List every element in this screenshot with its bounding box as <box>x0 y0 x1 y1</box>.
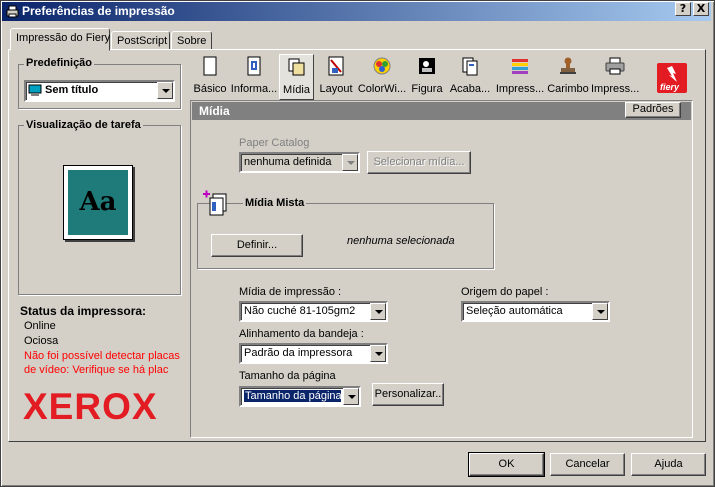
printer-status-heading: Status da impressora: <box>20 304 147 318</box>
toolbar-label: Acaba... <box>449 83 491 95</box>
media-icon <box>288 58 305 76</box>
title-bar: Preferências de impressão <box>2 2 711 21</box>
help-title-button[interactable]: ? <box>675 2 691 16</box>
job-preview-group-label: Visualização de tarefa <box>24 119 143 131</box>
print-media-label: Mídia de impressão : <box>239 286 342 298</box>
preview-page: Aa <box>63 165 133 240</box>
printer-status-idle: Ociosa <box>24 335 59 347</box>
toolbar-label: Mídia <box>283 84 310 96</box>
toolbar-label: Básico <box>193 83 227 95</box>
toolbar-image[interactable]: Figura <box>409 54 445 100</box>
paper-catalog-value: nenhuma definida <box>244 156 332 168</box>
printer-status-warning-2: de vídeo: Verifique se há plac <box>24 364 169 376</box>
toolbar-info[interactable]: Informa... <box>230 54 278 100</box>
preset-group-label: Predefinição <box>24 57 95 69</box>
paper-source-select[interactable]: Seleção automática <box>461 301 610 322</box>
chevron-down-icon[interactable] <box>592 303 608 320</box>
fiery-logo-text: fiery <box>660 82 680 92</box>
layout-icon <box>328 56 344 76</box>
toolbar-stamp[interactable]: Carimbo <box>547 54 589 100</box>
fiery-logo: fiery <box>657 63 687 93</box>
printer-icon <box>605 57 625 75</box>
toolbar-label: Carimbo <box>547 83 589 95</box>
tab-about[interactable]: Sobre <box>171 31 212 51</box>
toolbar-label: Figura <box>411 83 443 95</box>
tab-postscript[interactable]: PostScript <box>111 31 170 51</box>
section-header: Mídia <box>192 102 691 120</box>
paper-source-label: Origem do papel : <box>461 286 549 298</box>
xerox-logo: XEROX <box>23 386 158 427</box>
select-media-button[interactable]: Selecionar mídia... <box>367 151 471 174</box>
chevron-down-icon[interactable] <box>370 303 386 320</box>
page-size-select[interactable]: Tamanho da página <box>239 386 361 407</box>
defaults-button[interactable]: Padrões <box>625 102 681 118</box>
tab-label: Impressão do Fiery <box>16 32 111 44</box>
help-button[interactable]: Ajuda <box>631 453 706 476</box>
tray-alignment-select[interactable]: Padrão da impressora <box>239 343 388 364</box>
toolbar-label: Layout <box>319 83 353 95</box>
define-mixed-media-button[interactable]: Definir... <box>211 234 303 257</box>
info-page-icon <box>247 56 261 76</box>
toolbar-label: ColorWi... <box>357 83 407 95</box>
printer-status-online: Online <box>24 320 56 332</box>
close-title-button[interactable]: X <box>693 2 709 16</box>
printer-status-warning-1: Não foi possível detectar placas <box>24 350 180 362</box>
blank-page-icon <box>203 56 217 76</box>
print-media-select[interactable]: Não cuché 81-105gm2 <box>239 301 388 322</box>
tab-label: PostScript <box>117 35 168 47</box>
mixed-media-group-label: Mídia Mista <box>243 197 307 209</box>
toolbar-label: Informa... <box>230 83 278 95</box>
print-media-value: Não cuché 81-105gm2 <box>244 305 356 317</box>
chevron-down-icon[interactable] <box>342 154 358 171</box>
chevron-down-icon[interactable] <box>370 345 386 362</box>
toolbar-layout[interactable]: Layout <box>316 54 356 100</box>
toolbar-print-quality[interactable]: Impress... <box>495 54 545 100</box>
finishing-icon <box>462 57 478 76</box>
tab-label: Sobre <box>177 35 207 47</box>
mixed-media-icon <box>203 190 227 216</box>
paper-catalog-label: Paper Catalog <box>239 137 310 149</box>
cancel-button[interactable]: Cancelar <box>550 453 625 476</box>
preset-value: Sem título <box>45 84 99 96</box>
tray-alignment-label: Alinhamento da bandeja : <box>239 328 364 340</box>
colorwise-icon <box>373 57 391 75</box>
toolbar-printer[interactable]: Impress... <box>591 54 639 100</box>
image-icon <box>419 58 435 74</box>
computer-icon <box>28 84 42 96</box>
stamp-icon <box>560 57 576 74</box>
toolbar-finishing[interactable]: Acaba... <box>447 54 493 100</box>
toolbar-media[interactable]: Mídia <box>279 54 314 100</box>
customize-page-size-button[interactable]: Personalizar.. <box>372 383 444 406</box>
section-title: Mídia <box>199 104 230 118</box>
toolbar-basic[interactable]: Básico <box>192 54 228 100</box>
mixed-media-status: nenhuma selecionada <box>347 235 455 247</box>
preview-sample: Aa <box>68 170 128 235</box>
print-quality-icon <box>512 59 528 74</box>
toolbar-colorwise[interactable]: ColorWi... <box>357 54 407 100</box>
chevron-down-icon[interactable] <box>157 82 173 99</box>
preset-select[interactable]: Sem título <box>24 80 175 102</box>
page-size-label: Tamanho da página <box>239 370 336 382</box>
paper-source-value: Seleção automática <box>466 305 563 317</box>
toolbar-label: Impress... <box>591 83 640 95</box>
tray-alignment-value: Padrão da impressora <box>244 347 353 359</box>
page-size-value: Tamanho da página <box>243 389 342 403</box>
window-title: Preferências de impressão <box>22 4 175 18</box>
ok-button[interactable]: OK <box>468 452 545 477</box>
printer-app-icon <box>6 5 19 18</box>
chevron-down-icon[interactable] <box>343 388 359 405</box>
paper-catalog-select[interactable]: nenhuma definida <box>239 152 360 173</box>
tab-fiery-printing[interactable]: Impressão do Fiery <box>10 28 110 51</box>
toolbar-label: Impress... <box>495 83 545 95</box>
